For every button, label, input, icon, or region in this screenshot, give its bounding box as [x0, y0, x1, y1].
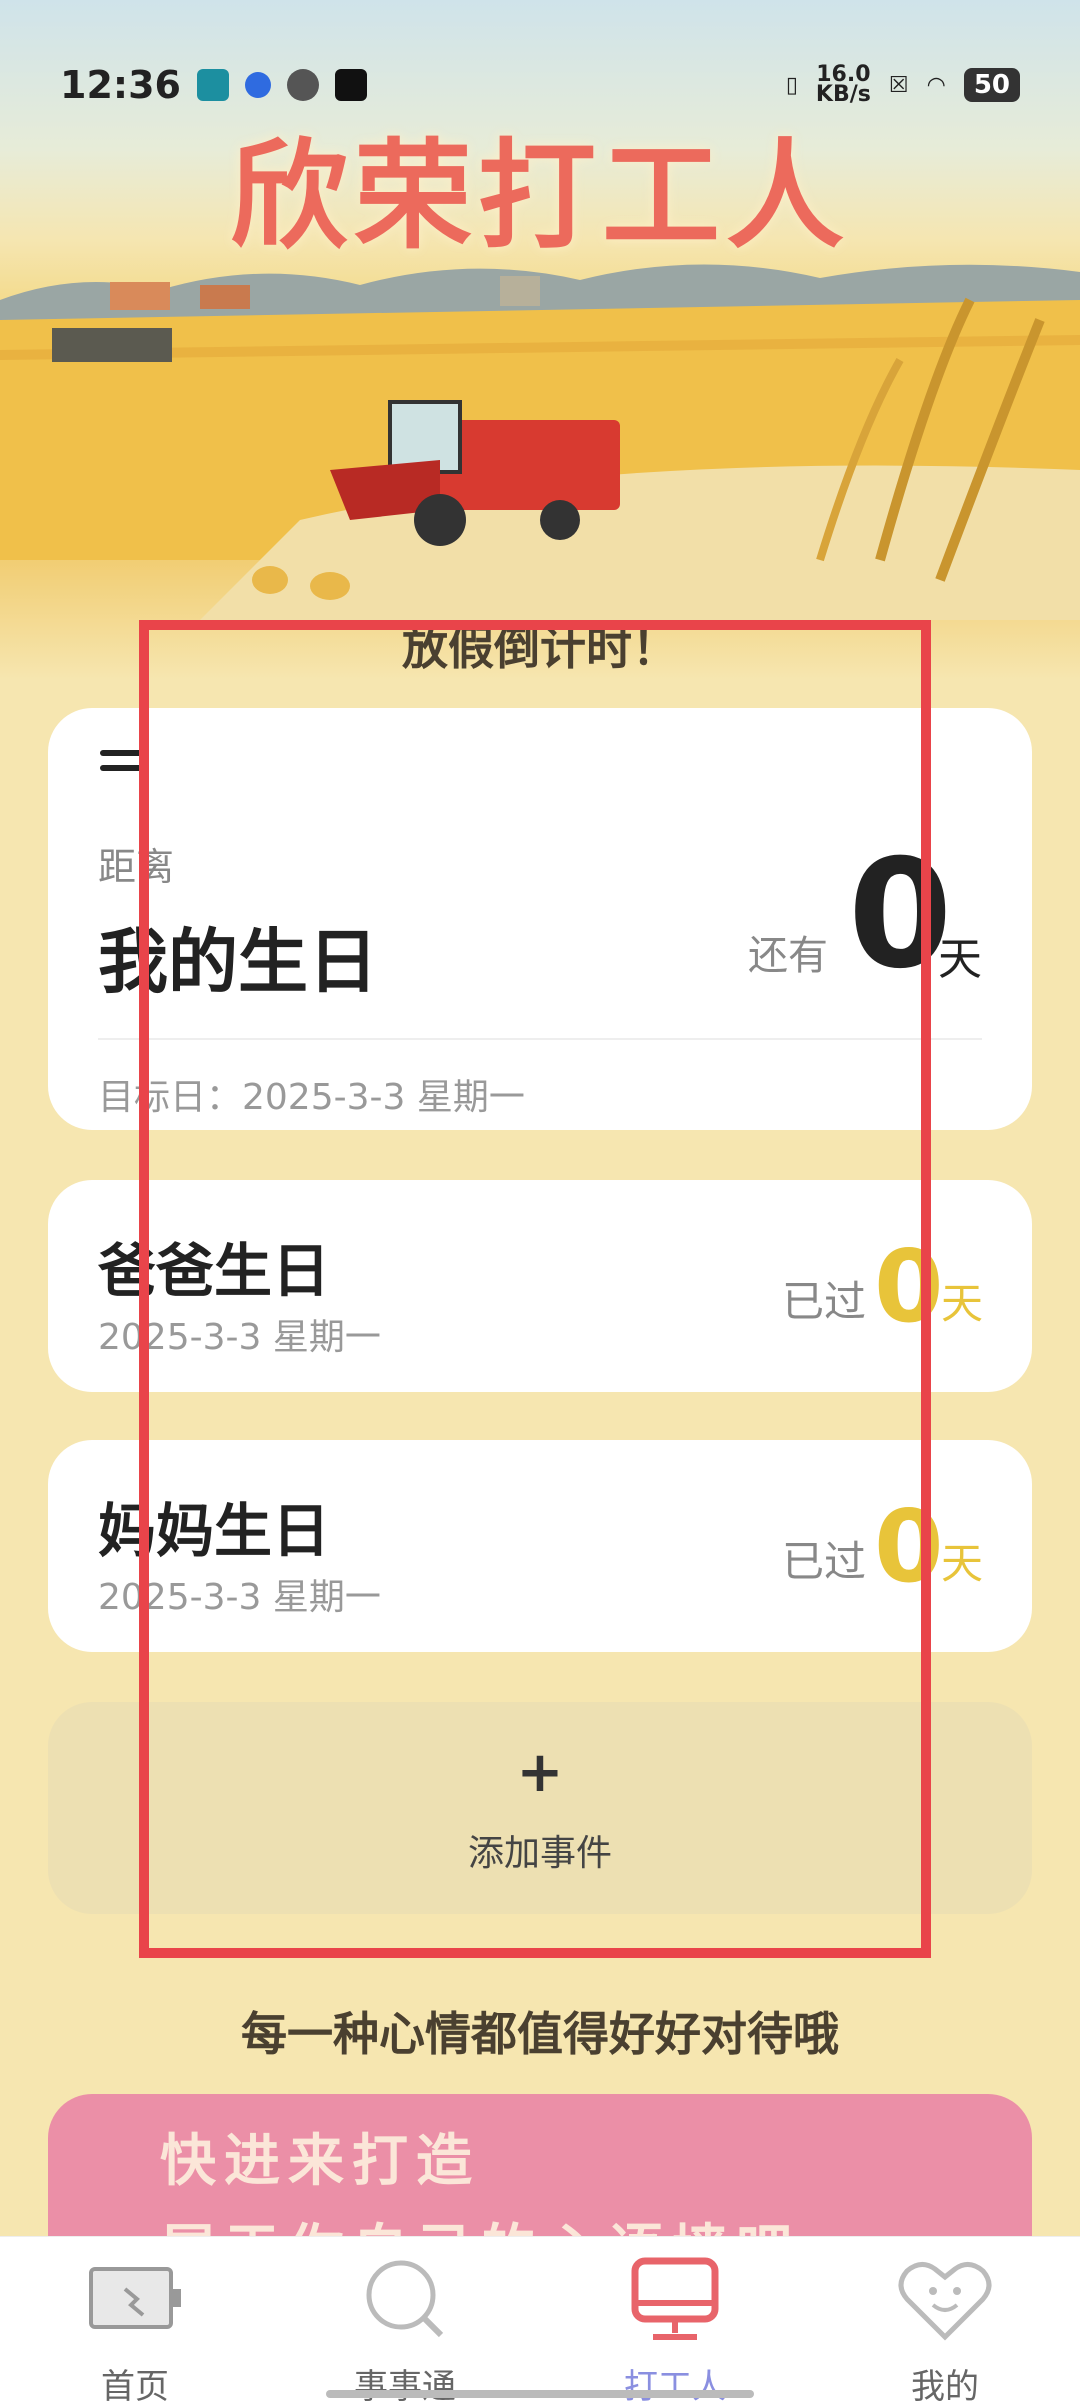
header-illustration: 12:36 ▯ 16.0 KB/s ☒ ◠ 50 欣荣打工人	[0, 0, 1080, 680]
event-date: 2025-3-3 星期一	[98, 1577, 381, 1618]
slogan: 每一种心情都值得好好对待哦	[241, 2007, 839, 2061]
search-icon	[366, 2260, 444, 2338]
main-event-name: 我的生日	[98, 921, 378, 1003]
passed-label: 已过	[782, 1277, 867, 1326]
add-event-label: 添加事件	[467, 1833, 612, 1874]
menu-icon[interactable]	[100, 750, 144, 786]
event-name: 妈妈生日	[98, 1497, 331, 1565]
nav-item-home[interactable]: 首页	[0, 2237, 270, 2408]
nav-label: 我的	[911, 2367, 979, 2407]
event-name: 爸爸生日	[98, 1237, 331, 1305]
app-notification-icon	[196, 69, 229, 101]
event-date: 2025-3-3 星期一	[98, 1317, 381, 1358]
app-root: 12:36 ▯ 16.0 KB/s ☒ ◠ 50 欣荣打工人 放假倒计时！ 距离	[0, 0, 1080, 2408]
app-notification-icon	[286, 69, 319, 101]
monitor-icon	[631, 2257, 719, 2340]
nav-label: 打工人	[624, 2367, 726, 2407]
days-unit: 天	[938, 934, 982, 985]
add-event-button[interactable]: + 添加事件	[48, 1702, 1032, 1914]
battery-screen-icon	[89, 2267, 181, 2329]
network-speed: 16.0 KB/s	[816, 64, 871, 106]
vibrate-icon: ▯	[785, 72, 798, 98]
main-countdown-card[interactable]: 距离 我的生日 还有 0 天 目标日：2025-3-3 星期一	[48, 708, 1032, 1130]
home-indicator[interactable]	[326, 2390, 754, 2398]
battery-icon: 50	[963, 68, 1020, 102]
nav-item-shishitong[interactable]: 事事通	[270, 2237, 540, 2408]
nav-item-worker[interactable]: 打工人	[540, 2237, 810, 2408]
nav-item-mine[interactable]: 我的	[810, 2237, 1080, 2408]
wifi-icon: ◠	[926, 72, 946, 98]
app-title: 欣荣打工人	[229, 127, 850, 265]
bottom-nav: 首页 事事通 打工人 我的	[0, 2236, 1080, 2408]
banner-line-1: 快进来打造	[160, 2129, 480, 2194]
nav-label: 首页	[101, 2367, 169, 2407]
passed-days: 0	[874, 1228, 944, 1345]
passed-label: 已过	[782, 1537, 867, 1586]
distance-label: 距离	[98, 845, 175, 889]
event-card[interactable]: 妈妈生日 2025-3-3 星期一 已过 0 天	[48, 1440, 1032, 1652]
no-sim-icon: ☒	[888, 72, 909, 98]
target-date: 目标日：2025-3-3 星期一	[98, 1077, 525, 1118]
heart-face-icon	[898, 2262, 992, 2341]
days-unit: 天	[941, 1539, 984, 1588]
divider	[98, 1038, 982, 1040]
remain-days: 0	[848, 828, 953, 1002]
remain-label: 还有	[748, 933, 828, 979]
section-title: 放假倒计时！	[402, 621, 678, 675]
app-notification-icon	[244, 72, 271, 98]
nav-label: 事事通	[354, 2367, 456, 2407]
days-unit: 天	[941, 1279, 984, 1328]
plus-icon: +	[516, 1740, 564, 1805]
passed-days: 0	[874, 1488, 944, 1605]
tiktok-icon	[334, 69, 367, 101]
event-card[interactable]: 爸爸生日 2025-3-3 星期一 已过 0 天	[48, 1180, 1032, 1392]
